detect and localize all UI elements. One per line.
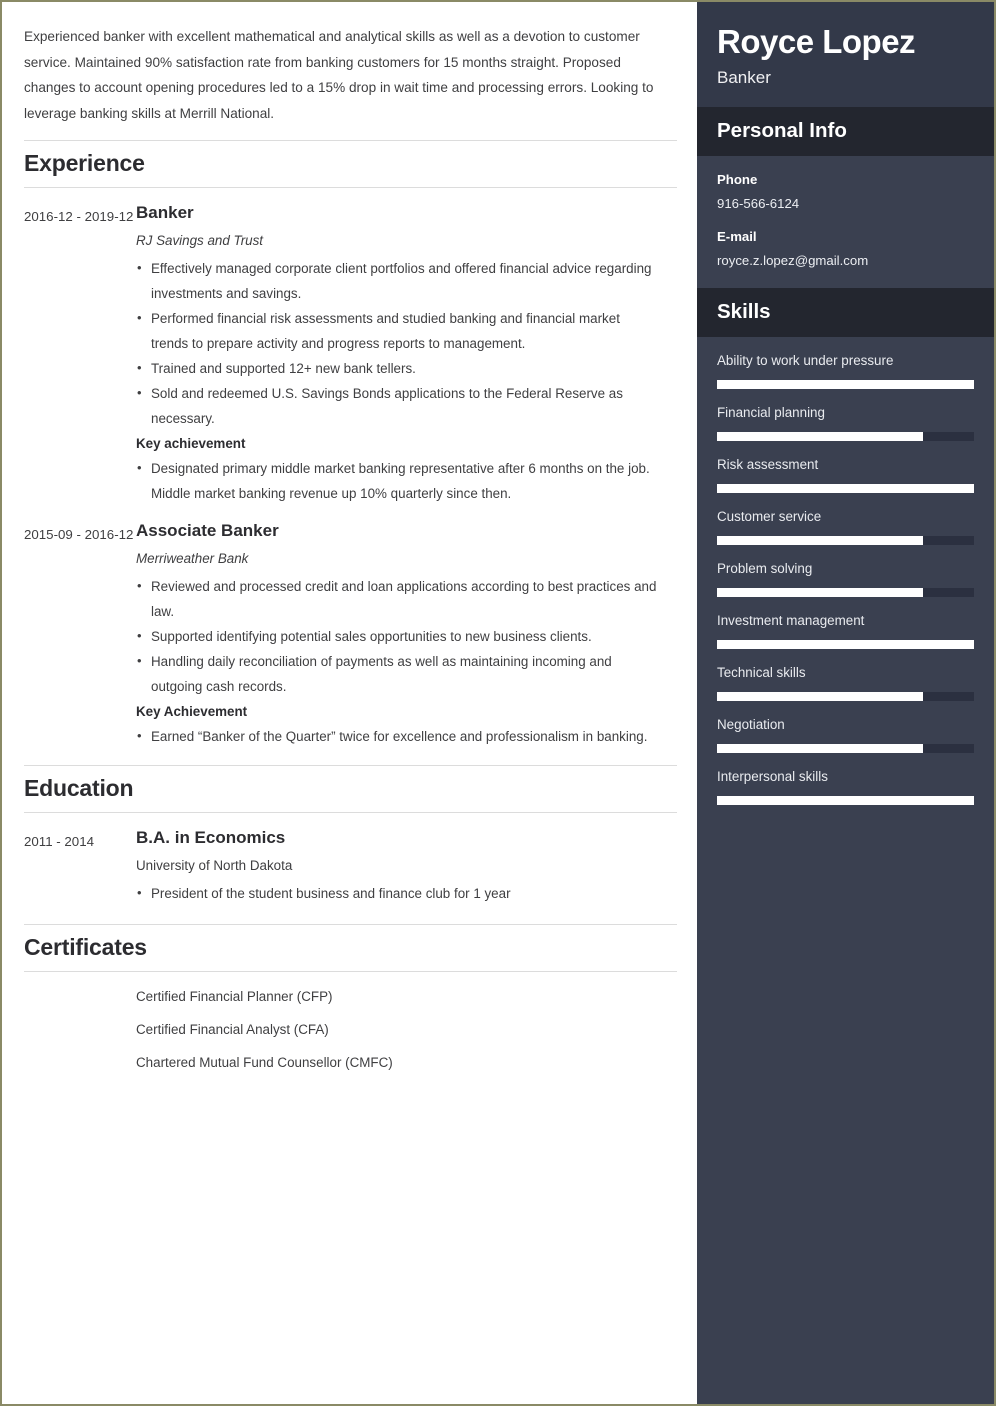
candidate-role: Banker bbox=[717, 68, 771, 87]
skill-item: Interpersonal skills bbox=[717, 767, 974, 805]
list-item: Chartered Mutual Fund Counsellor (CMFC) bbox=[136, 1055, 393, 1070]
skill-bar-track bbox=[717, 536, 974, 545]
info-value: royce.z.lopez@gmail.com bbox=[717, 253, 869, 268]
list-item: Certified Financial Planner (CFP) bbox=[136, 989, 333, 1004]
professional-summary: Experienced banker with excellent mathem… bbox=[24, 29, 654, 121]
skill-item: Technical skills bbox=[717, 663, 974, 701]
personal-info-band: Personal Info bbox=[697, 107, 994, 156]
info-label: Phone bbox=[717, 172, 758, 187]
experience-entry: 2016-12 - 2019-12 Banker RJ Savings and … bbox=[24, 188, 677, 506]
skill-label: Problem solving bbox=[717, 561, 813, 576]
certificates-list: Certified Financial Planner (CFP) Certif… bbox=[24, 972, 677, 1073]
skill-bar-fill bbox=[717, 536, 923, 545]
entry-body: Associate Banker Merriweather Bank Revie… bbox=[136, 520, 677, 749]
list-item: Performed financial risk assessments and… bbox=[136, 305, 659, 356]
skill-bar-fill bbox=[717, 380, 974, 389]
section-certificates: Certificates Certified Financial Planner… bbox=[24, 924, 677, 1073]
entry-body: Banker RJ Savings and Trust Effectively … bbox=[136, 202, 677, 506]
skill-item: Investment management bbox=[717, 611, 974, 649]
skill-label: Risk assessment bbox=[717, 457, 819, 472]
skill-bar-fill bbox=[717, 640, 974, 649]
entry-dates: 2016-12 - 2019-12 bbox=[24, 209, 134, 224]
entry-achievement-list: Earned “Banker of the Quarter” twice for… bbox=[136, 723, 659, 749]
entry-employer: Merriweather Bank bbox=[136, 551, 249, 566]
certificates-heading: Certificates bbox=[24, 924, 677, 972]
list-item: Designated primary middle market banking… bbox=[136, 455, 659, 506]
skill-bar-fill bbox=[717, 484, 974, 493]
skill-label: Negotiation bbox=[717, 717, 785, 732]
skill-bar-fill bbox=[717, 744, 923, 753]
entry-dates: 2011 - 2014 bbox=[24, 834, 94, 849]
skills-heading: Skills bbox=[717, 300, 771, 323]
personal-info-heading: Personal Info bbox=[717, 119, 847, 142]
list-item: Trained and supported 12+ new bank telle… bbox=[136, 355, 659, 381]
skill-item: Risk assessment bbox=[717, 455, 974, 493]
skill-bar-fill bbox=[717, 796, 974, 805]
info-label: E-mail bbox=[717, 229, 757, 244]
entry-achievement-list: Designated primary middle market banking… bbox=[136, 455, 659, 506]
skill-label: Financial planning bbox=[717, 405, 825, 420]
experience-heading: Experience bbox=[24, 140, 677, 188]
entry-body: B.A. in Economics University of North Da… bbox=[136, 827, 677, 906]
list-item: Sold and redeemed U.S. Savings Bonds app… bbox=[136, 380, 659, 431]
skill-label: Ability to work under pressure bbox=[717, 353, 894, 368]
skills-band: Skills bbox=[697, 288, 994, 337]
skill-bar-track bbox=[717, 796, 974, 805]
list-item: Earned “Banker of the Quarter” twice for… bbox=[136, 723, 659, 749]
info-value: 916-566-6124 bbox=[717, 196, 800, 211]
list-item: Handling daily reconciliation of payment… bbox=[136, 648, 659, 699]
entry-bullet-list: Effectively managed corporate client por… bbox=[136, 255, 659, 431]
list-item: Effectively managed corporate client por… bbox=[136, 255, 659, 306]
experience-entry: 2015-09 - 2016-12 Associate Banker Merri… bbox=[24, 506, 677, 749]
entry-bullet-list: President of the student business and fi… bbox=[136, 880, 659, 906]
skill-bar-track bbox=[717, 484, 974, 493]
skill-bar-track bbox=[717, 588, 974, 597]
skill-bar-fill bbox=[717, 588, 923, 597]
skills-body: Ability to work under pressure Financial… bbox=[697, 337, 994, 823]
main-content-column: Experienced banker with excellent mathem… bbox=[2, 2, 697, 1404]
entry-job-title: Associate Banker bbox=[136, 521, 279, 540]
entry-institution: University of North Dakota bbox=[136, 858, 293, 873]
skill-label: Technical skills bbox=[717, 665, 806, 680]
candidate-name: Royce Lopez bbox=[717, 23, 916, 60]
skill-label: Investment management bbox=[717, 613, 865, 628]
skill-item: Financial planning bbox=[717, 403, 974, 441]
info-item-email: E-mail royce.z.lopez@gmail.com bbox=[717, 227, 971, 270]
entry-employer: RJ Savings and Trust bbox=[136, 233, 264, 248]
skill-item: Negotiation bbox=[717, 715, 974, 753]
section-education: Education 2011 - 2014 B.A. in Economics … bbox=[24, 765, 677, 906]
skill-item: Ability to work under pressure bbox=[717, 351, 974, 389]
sidebar: Royce Lopez Banker Personal Info Phone 9… bbox=[697, 2, 994, 1404]
skill-label: Customer service bbox=[717, 509, 822, 524]
key-achievement-label: Key achievement bbox=[136, 436, 246, 451]
list-item: Supported identifying potential sales op… bbox=[136, 623, 659, 649]
skill-item: Customer service bbox=[717, 507, 974, 545]
section-experience: Experience 2016-12 - 2019-12 Banker RJ S… bbox=[24, 140, 677, 749]
skill-item: Problem solving bbox=[717, 559, 974, 597]
entry-job-title: Banker bbox=[136, 203, 194, 222]
skill-bar-fill bbox=[717, 432, 923, 441]
skill-bar-track bbox=[717, 744, 974, 753]
skill-label: Interpersonal skills bbox=[717, 769, 828, 784]
education-entry: 2011 - 2014 B.A. in Economics University… bbox=[24, 813, 677, 906]
skill-bar-track bbox=[717, 692, 974, 701]
entry-bullet-list: Reviewed and processed credit and loan a… bbox=[136, 573, 659, 699]
education-heading: Education bbox=[24, 765, 677, 813]
sidebar-identity-block: Royce Lopez Banker bbox=[697, 2, 994, 107]
entry-degree-title: B.A. in Economics bbox=[136, 828, 286, 847]
list-item: Certified Financial Analyst (CFA) bbox=[136, 1022, 329, 1037]
list-item: Reviewed and processed credit and loan a… bbox=[136, 573, 659, 624]
info-item-phone: Phone 916-566-6124 bbox=[717, 170, 971, 213]
key-achievement-label: Key Achievement bbox=[136, 704, 248, 719]
skill-bar-fill bbox=[717, 692, 923, 701]
skill-bar-track bbox=[717, 640, 974, 649]
skill-bar-track bbox=[717, 380, 974, 389]
personal-info-body: Phone 916-566-6124 E-mail royce.z.lopez@… bbox=[697, 156, 994, 288]
resume-page: Experienced banker with excellent mathem… bbox=[0, 0, 996, 1406]
skill-bar-track bbox=[717, 432, 974, 441]
list-item: President of the student business and fi… bbox=[136, 880, 659, 906]
entry-dates: 2015-09 - 2016-12 bbox=[24, 527, 134, 542]
